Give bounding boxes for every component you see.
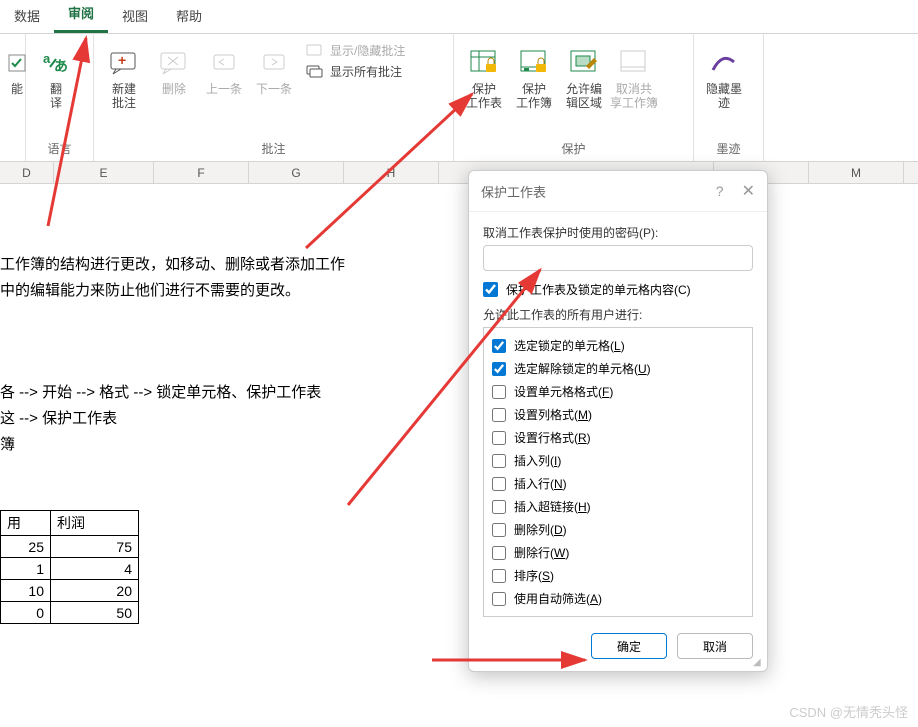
col-header-d[interactable]: D: [0, 162, 54, 183]
new-comment-icon: +: [107, 46, 141, 80]
group-comments-label: 批注: [100, 136, 447, 161]
prev-comment-icon: [207, 46, 241, 80]
next-comment-icon: [257, 46, 291, 80]
perm-item: 删除列(D): [492, 518, 744, 541]
protect-sheet-button[interactable]: 保护 工作表: [460, 42, 508, 114]
table-row: 14: [1, 558, 139, 580]
perm-item: 删除行(W): [492, 541, 744, 564]
partial-button[interactable]: 能: [6, 42, 28, 100]
tab-view[interactable]: 视图: [108, 0, 162, 33]
cell-text[interactable]: 各 --> 开始 --> 格式 --> 锁定单元格、保护工作表: [0, 380, 321, 406]
ribbon-tabs: 数据 审阅 视图 帮助: [0, 0, 918, 34]
show-hide-comment-button[interactable]: 显示/隐藏批注: [306, 42, 405, 59]
table-row: 用利润: [1, 511, 139, 536]
ribbon: 能 aあ 翻 译 语言 + 新建 批注 删除 上一条: [0, 34, 918, 162]
ok-button[interactable]: 确定: [591, 633, 667, 659]
perm-item: 插入行(N): [492, 472, 744, 495]
svg-text:a: a: [43, 51, 51, 66]
perm-item: 设置行格式(R): [492, 426, 744, 449]
allow-edit-icon: [567, 46, 601, 80]
col-header-e[interactable]: E: [54, 162, 154, 183]
perm-item: 排序(S): [492, 564, 744, 587]
svg-text:+: +: [118, 52, 126, 68]
group-protect-label: 保护: [460, 136, 687, 161]
perm-item: 选定解除锁定的单元格(U): [492, 357, 744, 380]
table-row: 050: [1, 602, 139, 624]
cell-text[interactable]: 中的编辑能力来防止他们进行不需要的更改。: [0, 278, 345, 304]
hide-ink-button[interactable]: 隐藏墨 迹: [700, 42, 748, 114]
data-table[interactable]: 用利润 2575 14 1020 050: [0, 510, 139, 624]
col-header-g[interactable]: G: [249, 162, 344, 183]
table-row: 2575: [1, 536, 139, 558]
allow-edit-ranges-button[interactable]: 允许编 辑区域: [560, 42, 608, 114]
permissions-label: 允许此工作表的所有用户进行:: [483, 306, 753, 323]
protect-workbook-icon: [517, 46, 551, 80]
resize-grip-icon[interactable]: ◢: [753, 657, 763, 667]
group-ink-label: 墨迹: [700, 136, 757, 161]
prev-comment-button[interactable]: 上一条: [200, 42, 248, 100]
help-icon[interactable]: ?: [716, 183, 724, 199]
unshare-workbook-button[interactable]: 取消共 享工作簿: [610, 42, 658, 114]
close-icon[interactable]: ✕: [742, 181, 755, 201]
comments-icon: [306, 64, 324, 80]
ink-icon: [707, 46, 741, 80]
perm-item: 设置单元格格式(F): [492, 380, 744, 403]
col-header-m[interactable]: M: [809, 162, 904, 183]
new-comment-button[interactable]: + 新建 批注: [100, 42, 148, 114]
perm-item: 插入超链接(H): [492, 495, 744, 518]
permissions-list[interactable]: 选定锁定的单元格(L) 选定解除锁定的单元格(U) 设置单元格格式(F) 设置列…: [483, 327, 753, 617]
group-language-label: 语言: [32, 136, 87, 161]
tab-help[interactable]: 帮助: [162, 0, 216, 33]
cell-text[interactable]: 簿: [0, 432, 321, 458]
password-input[interactable]: [483, 245, 753, 271]
unshare-icon: [617, 46, 651, 80]
col-header-h[interactable]: H: [344, 162, 439, 183]
watermark: CSDN @无情秃头怪: [789, 702, 908, 721]
perm-item: 使用自动筛选(A): [492, 587, 744, 610]
translate-icon: aあ: [39, 46, 73, 80]
column-headers: D E F G H M: [0, 162, 918, 184]
cell-text[interactable]: 这 --> 保护工作表: [0, 406, 321, 432]
perm-item: 选定锁定的单元格(L): [492, 334, 744, 357]
cell-text[interactable]: 工作簿的结构进行更改，如移动、删除或者添加工作: [0, 252, 345, 278]
protect-sheet-dialog: 保护工作表 ? ✕ 取消工作表保护时使用的密码(P): 保护工作表及锁定的单元格…: [468, 170, 768, 672]
perm-item: 插入列(I): [492, 449, 744, 472]
show-all-comments-button[interactable]: 显示所有批注: [306, 63, 405, 80]
next-comment-button[interactable]: 下一条: [250, 42, 298, 100]
tab-data[interactable]: 数据: [0, 0, 54, 33]
cancel-button[interactable]: 取消: [677, 633, 753, 659]
delete-comment-icon: [157, 46, 191, 80]
perm-item: 设置列格式(M): [492, 403, 744, 426]
password-label: 取消工作表保护时使用的密码(P):: [483, 224, 753, 241]
tab-review[interactable]: 审阅: [54, 0, 108, 33]
dialog-title: 保护工作表: [481, 182, 716, 201]
protect-contents-checkbox[interactable]: [483, 282, 498, 297]
table-row: 1020: [1, 580, 139, 602]
translate-button[interactable]: aあ 翻 译: [32, 42, 80, 114]
protect-workbook-button[interactable]: 保护 工作簿: [510, 42, 558, 114]
delete-comment-button[interactable]: 删除: [150, 42, 198, 100]
comment-icon: [306, 43, 324, 59]
dialog-header: 保护工作表 ? ✕: [469, 171, 767, 212]
protect-sheet-icon: [467, 46, 501, 80]
protect-contents-label: 保护工作表及锁定的单元格内容(C): [506, 281, 691, 298]
col-header-f[interactable]: F: [154, 162, 249, 183]
